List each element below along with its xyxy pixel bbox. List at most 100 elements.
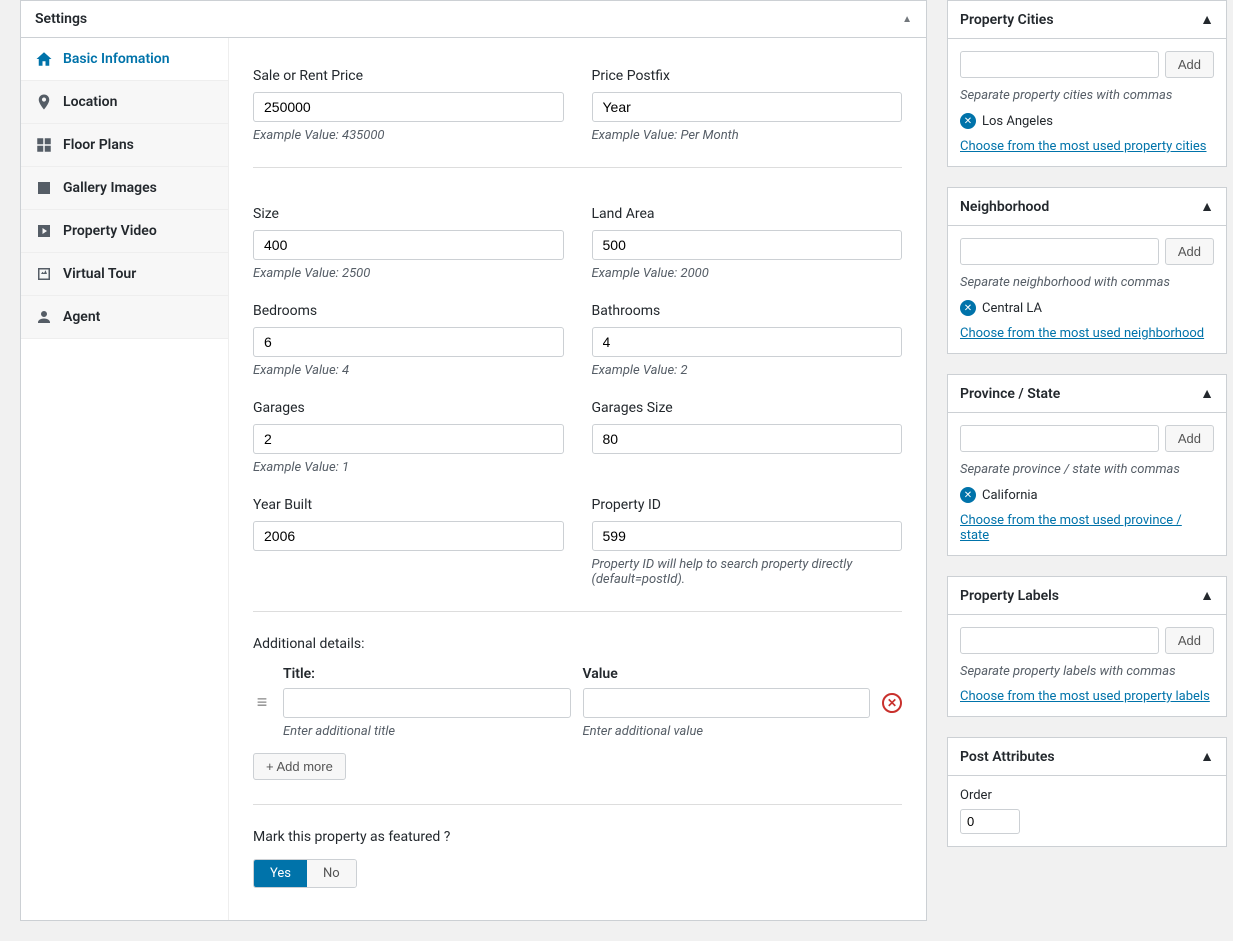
collapse-icon[interactable]: ▲ [1200,385,1214,402]
tab-gallery-images[interactable]: Gallery Images [21,167,228,210]
settings-panel: Settings ▲ Basic Infomation Location Flo… [20,0,927,921]
province-state-input[interactable] [960,425,1159,452]
bathrooms-hint: Example Value: 2 [592,363,903,378]
tab-label: Location [63,94,117,110]
remove-detail-button[interactable]: ✕ [882,693,902,713]
tab-property-video[interactable]: Property Video [21,210,228,253]
bathrooms-input[interactable] [592,327,903,357]
land-area-hint: Example Value: 2000 [592,266,903,281]
tag-text: California [982,488,1038,503]
property-labels-input[interactable] [960,627,1159,654]
property-labels-choose-link[interactable]: Choose from the most used property label… [960,689,1210,704]
featured-no-option[interactable]: No [307,860,356,887]
tab-virtual-tour[interactable]: Virtual Tour [21,253,228,296]
collapse-icon[interactable]: ▲ [902,14,912,25]
property-labels-hint: Separate property labels with commas [960,664,1214,679]
tab-location[interactable]: Location [21,81,228,124]
property-id-hint: Property ID will help to search property… [592,557,903,587]
featured-toggle: Yes No [253,859,357,888]
province-state-panel: Province / State ▲ Add Separate province… [947,374,1227,556]
tab-label: Floor Plans [63,137,134,153]
panorama-icon [35,265,53,283]
year-built-input[interactable] [253,521,564,551]
land-area-input[interactable] [592,230,903,260]
neighborhood-hint: Separate neighborhood with commas [960,275,1214,290]
tag-chip: ✕ Central LA [960,300,1214,316]
tab-basic-information[interactable]: Basic Infomation [21,38,228,81]
tab-label: Property Video [63,223,157,239]
neighborhood-choose-link[interactable]: Choose from the most used neighborhood [960,326,1204,341]
size-input[interactable] [253,230,564,260]
tab-label: Agent [63,309,100,325]
price-input[interactable] [253,92,564,122]
tab-agent[interactable]: Agent [21,296,228,339]
property-cities-choose-link[interactable]: Choose from the most used property citie… [960,139,1207,154]
additional-title-input[interactable] [283,688,571,718]
tab-label: Basic Infomation [63,51,170,67]
garages-size-label: Garages Size [592,400,903,416]
property-labels-panel: Property Labels ▲ Add Separate property … [947,576,1227,717]
remove-tag-icon[interactable]: ✕ [960,113,976,129]
neighborhood-add-button[interactable]: Add [1165,238,1214,265]
postfix-label: Price Postfix [592,68,903,84]
size-label: Size [253,206,564,222]
province-state-title: Province / State [960,386,1060,402]
grid-icon [35,136,53,154]
property-cities-input[interactable] [960,51,1159,78]
year-built-label: Year Built [253,497,564,513]
bathrooms-label: Bathrooms [592,303,903,319]
order-input[interactable] [960,809,1020,834]
additional-value-hint: Enter additional value [583,724,871,739]
collapse-icon[interactable]: ▲ [1200,587,1214,604]
post-attributes-title: Post Attributes [960,749,1055,765]
user-icon [35,308,53,326]
settings-title: Settings [35,11,87,27]
post-attributes-panel: Post Attributes ▲ Order [947,737,1227,847]
play-icon [35,222,53,240]
garages-input[interactable] [253,424,564,454]
price-hint: Example Value: 435000 [253,128,564,143]
garages-hint: Example Value: 1 [253,460,564,475]
featured-yes-option[interactable]: Yes [254,860,307,887]
title-column-header: Title: [283,666,571,682]
province-state-choose-link[interactable]: Choose from the most used province / sta… [960,513,1182,543]
bedrooms-input[interactable] [253,327,564,357]
property-cities-add-button[interactable]: Add [1165,51,1214,78]
collapse-icon[interactable]: ▲ [1200,11,1214,28]
additional-title-hint: Enter additional title [283,724,571,739]
settings-header: Settings ▲ [21,1,926,38]
property-labels-title: Property Labels [960,588,1059,604]
size-hint: Example Value: 2500 [253,266,564,281]
location-pin-icon [35,93,53,111]
property-cities-panel: Property Cities ▲ Add Separate property … [947,0,1227,167]
province-state-hint: Separate province / state with commas [960,462,1214,477]
remove-tag-icon[interactable]: ✕ [960,300,976,316]
home-icon [35,50,53,68]
tag-text: Los Angeles [982,114,1053,129]
remove-tag-icon[interactable]: ✕ [960,487,976,503]
tag-chip: ✕ California [960,487,1214,503]
additional-detail-row: ≡ Title: Enter additional title Value En… [253,666,902,739]
property-cities-hint: Separate property cities with commas [960,88,1214,103]
province-state-add-button[interactable]: Add [1165,425,1214,452]
bedrooms-label: Bedrooms [253,303,564,319]
tab-label: Virtual Tour [63,266,136,282]
additional-details-label: Additional details: [253,636,902,652]
collapse-icon[interactable]: ▲ [1200,198,1214,215]
tab-floor-plans[interactable]: Floor Plans [21,124,228,167]
form-content: Sale or Rent Price Example Value: 435000… [229,38,926,920]
postfix-hint: Example Value: Per Month [592,128,903,143]
collapse-icon[interactable]: ▲ [1200,748,1214,765]
drag-handle-icon[interactable]: ≡ [253,692,271,713]
additional-value-input[interactable] [583,688,871,718]
neighborhood-panel: Neighborhood ▲ Add Separate neighborhood… [947,187,1227,354]
add-more-button[interactable]: + Add more [253,753,346,780]
property-labels-add-button[interactable]: Add [1165,627,1214,654]
neighborhood-input[interactable] [960,238,1159,265]
garages-size-input[interactable] [592,424,903,454]
property-id-input[interactable] [592,521,903,551]
postfix-input[interactable] [592,92,903,122]
property-cities-title: Property Cities [960,12,1054,28]
tag-text: Central LA [982,301,1042,316]
tab-label: Gallery Images [63,180,157,196]
